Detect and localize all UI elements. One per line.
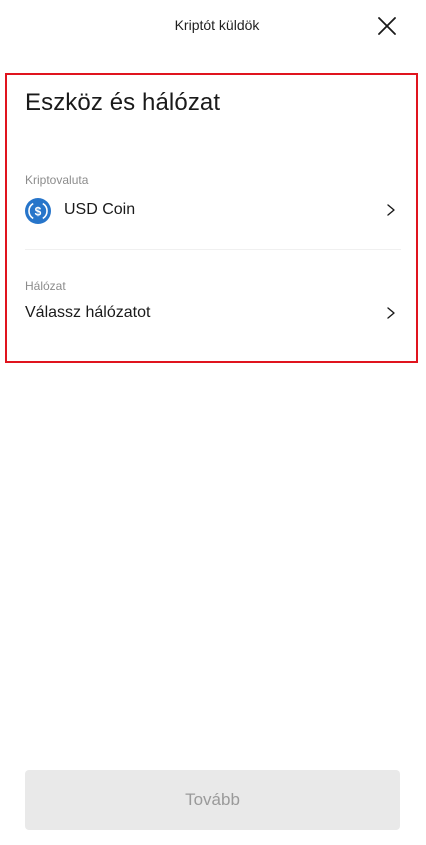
- header-title: Kriptót küldök: [174, 17, 260, 33]
- crypto-label: Kriptovaluta: [25, 173, 89, 187]
- crypto-selector[interactable]: $ USD Coin: [25, 193, 401, 229]
- section-title: Eszköz és hálózat: [25, 89, 221, 116]
- close-icon: [378, 17, 396, 35]
- svg-text:$: $: [35, 205, 42, 219]
- usdc-coin-icon: $: [25, 198, 51, 224]
- header: Kriptót küldök: [0, 0, 426, 52]
- send-crypto-screen: Kriptót küldök Eszköz és hálózat Kriptov…: [0, 0, 426, 845]
- next-button[interactable]: Tovább: [25, 770, 400, 830]
- close-button[interactable]: [375, 14, 399, 38]
- chevron-right-icon: [387, 307, 395, 319]
- chevron-right-icon: [387, 204, 395, 216]
- divider: [25, 249, 401, 250]
- crypto-value: USD Coin: [64, 201, 136, 218]
- network-label: Hálózat: [25, 279, 66, 293]
- network-value: Válassz hálózatot: [25, 304, 151, 321]
- network-selector[interactable]: Válassz hálózatot: [25, 296, 401, 332]
